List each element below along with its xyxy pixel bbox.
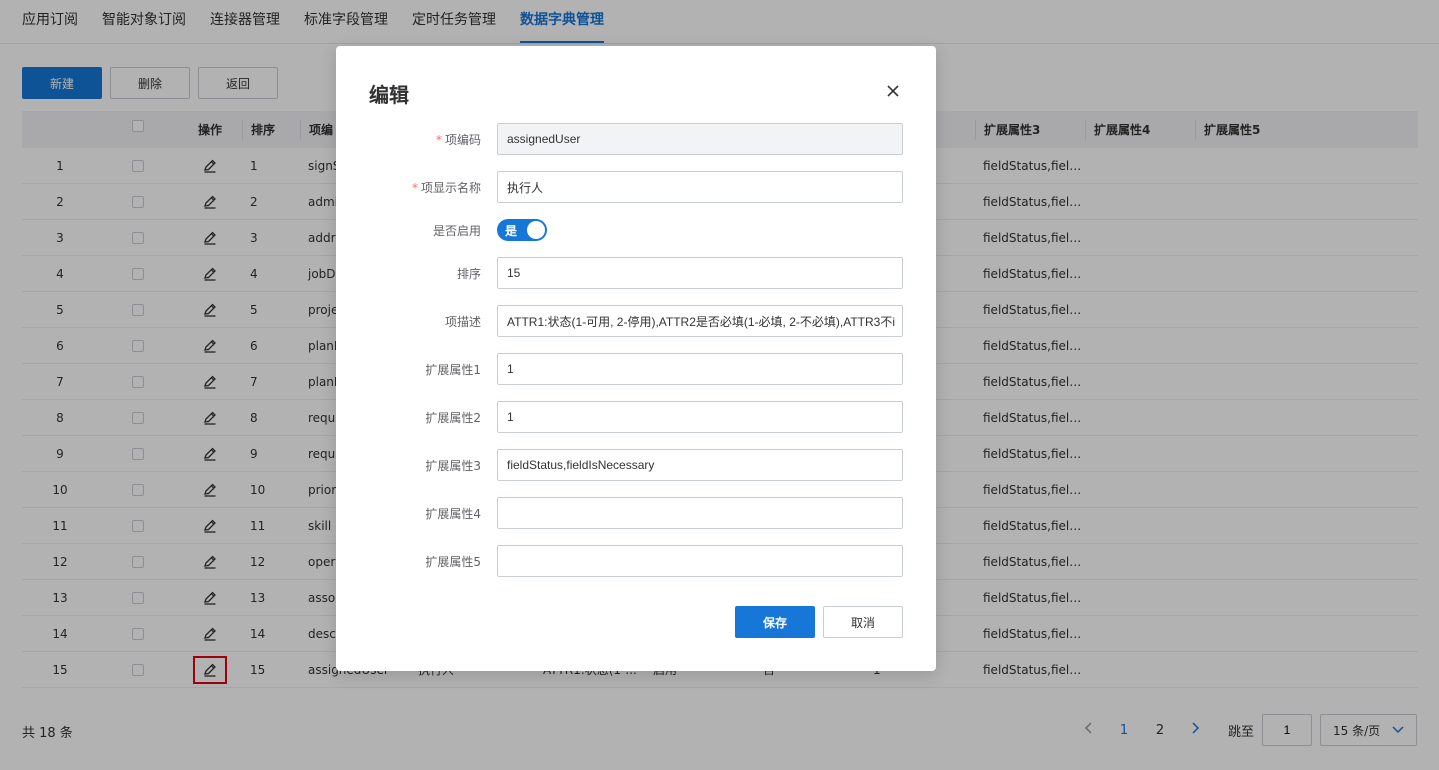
enabled-toggle-text: 是 [505,223,518,238]
enabled-label: 是否启用 [432,223,481,238]
form-row-attr2: 扩展属性2 1 [336,401,936,433]
attr1-label: 扩展属性1 [425,362,481,377]
attr2-field[interactable]: 1 [497,401,903,433]
sort-label: 排序 [456,266,481,281]
code-label: * 项编码 [435,132,481,147]
form-row-attr4: 扩展属性4 [336,497,936,529]
save-button[interactable]: 保存 [735,606,815,638]
attr2-label: 扩展属性2 [425,410,481,425]
required-mark: * [435,132,442,147]
edit-modal: 编辑 * 项编码 assignedUser * 项显示名称 执行人 是否启用 是 排… [336,46,936,671]
attr4-label: 扩展属性4 [425,506,481,521]
form-row-attr5: 扩展属性5 [336,545,936,577]
form-row-attr1: 扩展属性1 1 [336,353,936,385]
name-label: * 项显示名称 [411,180,481,195]
close-icon[interactable] [882,80,904,102]
attr3-field[interactable]: fieldStatus,fieldIsNecessary [497,449,903,481]
form-row-enabled: 是否启用 是 [336,214,936,246]
toggle-knob [527,221,545,239]
code-field: assignedUser [497,123,903,155]
attr1-field[interactable]: 1 [497,353,903,385]
cancel-button[interactable]: 取消 [823,606,903,638]
attr3-label: 扩展属性3 [425,458,481,473]
attr5-field[interactable] [497,545,903,577]
form-row-sort: 排序 15 [336,257,936,289]
form-row-code: * 项编码 assignedUser [336,123,936,155]
attr5-label: 扩展属性5 [425,554,481,569]
required-mark: * [411,180,418,195]
description-field[interactable]: ATTR1:状态(1-可用, 2-停用),ATTR2是否必填(1-必填, 2-不… [497,305,903,337]
desc-label: 项描述 [444,314,481,329]
form-row-name: * 项显示名称 执行人 [336,171,936,203]
display-name-field[interactable]: 执行人 [497,171,903,203]
enabled-toggle[interactable]: 是 [497,219,547,241]
attr4-field[interactable] [497,497,903,529]
form-row-attr3: 扩展属性3 fieldStatus,fieldIsNecessary [336,449,936,481]
form-row-desc: 项描述 ATTR1:状态(1-可用, 2-停用),ATTR2是否必填(1-必填,… [336,305,936,337]
modal-title: 编辑 [369,83,409,107]
sort-field[interactable]: 15 [497,257,903,289]
